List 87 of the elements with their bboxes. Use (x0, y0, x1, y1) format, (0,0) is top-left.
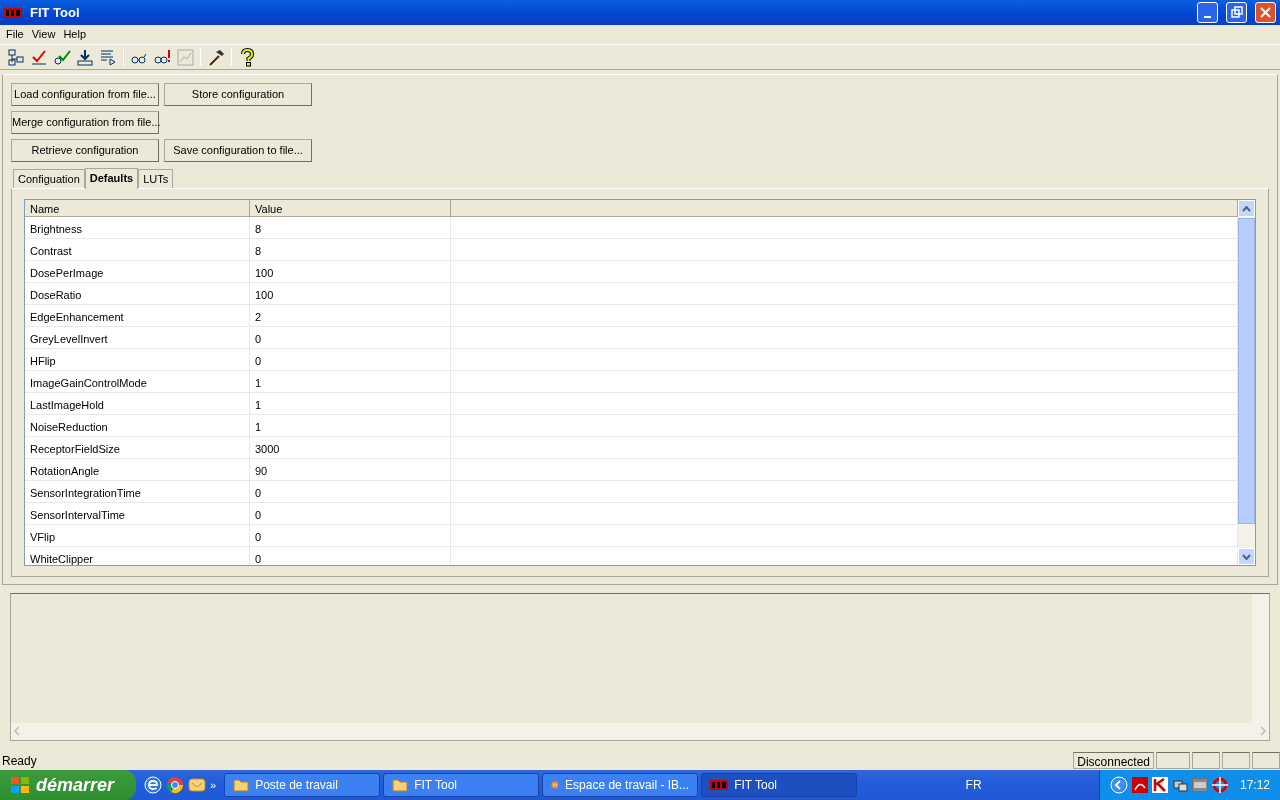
table-cell: 0 (250, 503, 451, 524)
vertical-scrollbar[interactable] (1252, 594, 1269, 723)
minimize-icon (1204, 15, 1211, 18)
menu-item[interactable]: File (2, 26, 28, 43)
table-cell: 8 (250, 217, 451, 238)
tree-icon[interactable] (6, 47, 26, 67)
table-cell: LastImageHold (25, 393, 250, 414)
tab[interactable]: LUTs (138, 168, 174, 188)
list-play-icon[interactable] (98, 47, 118, 67)
table-cell: ReceptorFieldSize (25, 437, 250, 458)
table-cell: 8 (250, 239, 451, 260)
action-button[interactable]: Load configuration from file... (11, 83, 159, 106)
column-header[interactable]: Name (25, 200, 250, 216)
table-cell: SensorIntervalTime (25, 503, 250, 524)
browser-icon[interactable] (144, 776, 162, 794)
tab[interactable]: Configuation (13, 168, 85, 188)
app-logo-icon (710, 780, 729, 790)
folder-icon (233, 778, 250, 792)
table-cell: 1 (250, 371, 451, 392)
table-cell: Brightness (25, 217, 250, 238)
table-cell: Contrast (25, 239, 250, 260)
action-button[interactable]: Store configuration (164, 83, 312, 106)
vertical-scrollbar[interactable] (1238, 200, 1255, 565)
table-cell: RotationAngle (25, 459, 250, 480)
table-cell: DosePerImage (25, 261, 250, 282)
restore-icon (1229, 5, 1244, 20)
table-cell: HFlip (25, 349, 250, 370)
table-cell: 100 (250, 261, 451, 282)
chevron-left-icon[interactable] (1109, 776, 1128, 794)
table-cell: 2 (250, 305, 451, 326)
table-cell: WhiteClipper (25, 547, 250, 565)
toggle-switch-icon[interactable] (1191, 778, 1208, 792)
minimize-button[interactable] (1197, 2, 1218, 23)
table-cell: 1 (250, 393, 451, 414)
folder-icon (392, 778, 409, 792)
table-cell: 3000 (250, 437, 451, 458)
status-pane (1156, 752, 1190, 769)
more-button[interactable]: » (210, 776, 217, 794)
table-cell: 0 (250, 525, 451, 546)
table-cell: VFlip (25, 525, 250, 546)
start-button[interactable]: démarrer (0, 770, 136, 800)
table-cell: GreyLevelInvert (25, 327, 250, 348)
scroll-up-icon (1242, 205, 1251, 212)
tab[interactable]: Defaults (84, 167, 139, 189)
close-button[interactable] (1255, 2, 1276, 23)
lifebuoy-icon[interactable] (1211, 777, 1228, 793)
table-cell: ImageGainControlMode (25, 371, 250, 392)
windows-logo-icon (10, 776, 30, 794)
table-cell: 0 (250, 547, 451, 565)
action-button[interactable]: Save configuration to file... (164, 139, 312, 162)
table-cell: SensorIntegrationTime (25, 481, 250, 502)
scroll-down-icon (1242, 553, 1251, 560)
status-pane (1222, 752, 1250, 769)
restore-button[interactable] (1226, 2, 1247, 23)
taskbar-button[interactable]: FIT Tool (383, 773, 540, 797)
table-cell: 0 (250, 349, 451, 370)
taskbar-button[interactable]: Poste de travail (224, 773, 381, 797)
column-header[interactable]: Value (250, 200, 451, 216)
envelope-icon[interactable] (188, 776, 206, 794)
chrome-icon[interactable] (166, 776, 184, 794)
taskbar-button[interactable]: Espace de travail - IB... (542, 773, 699, 797)
action-button[interactable]: Merge configuration from file... (11, 111, 159, 134)
language-indicator[interactable]: FR (965, 776, 982, 794)
pdf-icon[interactable] (1131, 777, 1148, 793)
app-logo-icon (4, 7, 22, 18)
download-icon[interactable] (75, 47, 95, 67)
connection-status: Disconnected (1073, 752, 1154, 769)
table-cell: NoiseReduction (25, 415, 250, 436)
glasses-alert-icon[interactable] (152, 47, 172, 67)
taskbar-button[interactable]: FIT Tool (701, 773, 858, 797)
table-cell: 0 (250, 327, 451, 348)
clock: 17:12 (1239, 777, 1270, 794)
table-cell: DoseRatio (25, 283, 250, 304)
menu-item[interactable]: View (27, 26, 60, 43)
status-text: Ready (1, 752, 38, 770)
close-icon (1258, 5, 1273, 20)
menu-item[interactable]: Help (59, 26, 90, 43)
status-pane (1252, 752, 1280, 769)
action-button[interactable]: Retrieve configuration (11, 139, 159, 162)
table-cell: 0 (250, 481, 451, 502)
table-cell: 100 (250, 283, 451, 304)
network-icon[interactable] (1171, 777, 1188, 793)
table-cell: EdgeEnhancement (25, 305, 250, 326)
table-cell: 90 (250, 459, 451, 480)
status-pane (1192, 752, 1220, 769)
table-cell: 1 (250, 415, 451, 436)
window-title: FIT Tool (30, 3, 81, 22)
